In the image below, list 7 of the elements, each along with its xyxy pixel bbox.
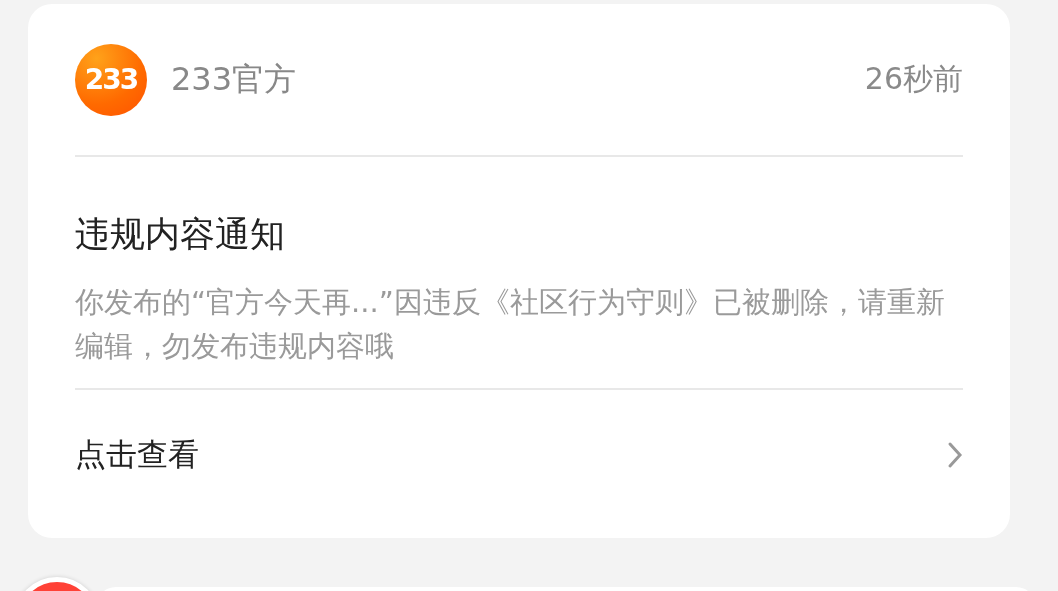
sender-name: 233官方: [171, 58, 298, 100]
notification-body: 你发布的“官方今天再...”因违反《社区行为守则》已被删除，请重新编辑，勿发布违规内容哦: [75, 280, 963, 390]
view-link[interactable]: 点击查看: [75, 434, 199, 476]
sender-logo: 233: [75, 43, 147, 116]
timestamp: 26秒前: [864, 60, 963, 98]
chevron-right-icon: [947, 441, 963, 469]
notification-title: 违规内容通知: [75, 213, 286, 256]
